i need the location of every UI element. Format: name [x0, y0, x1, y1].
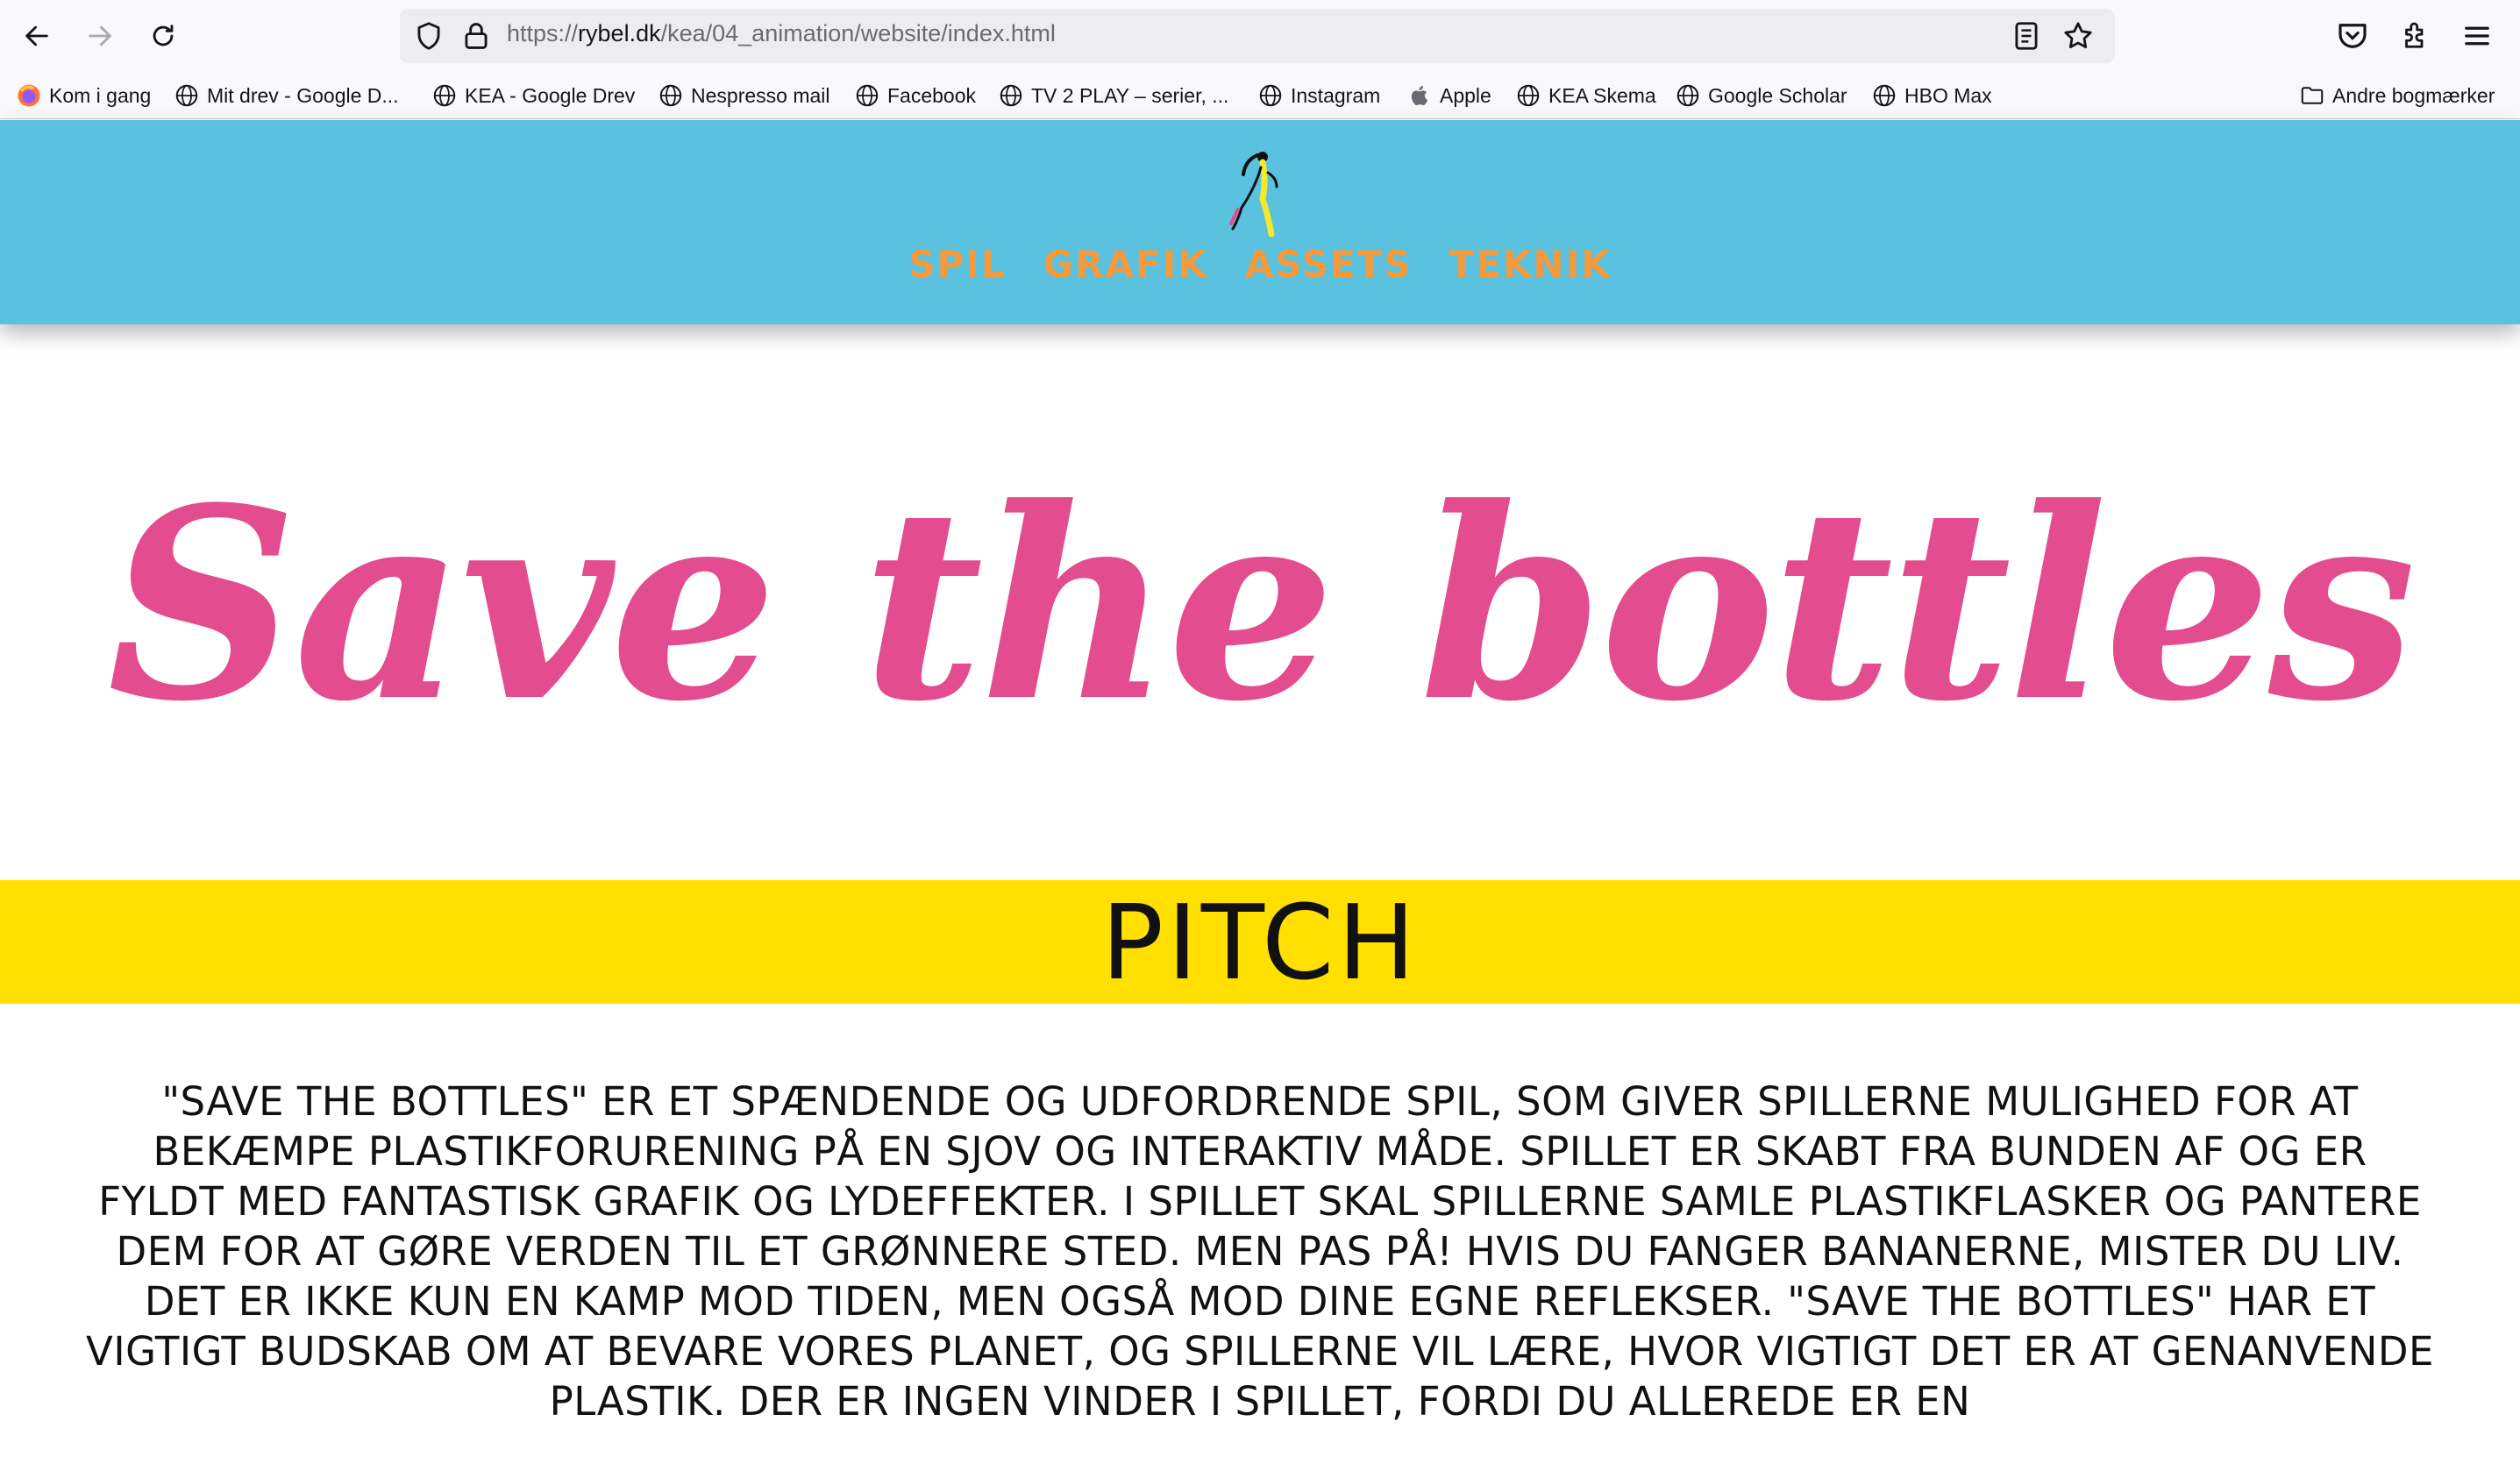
reload-button[interactable] — [142, 15, 184, 57]
folder-icon — [2301, 87, 2324, 104]
browser-toolbar: https://rybel.dk/kea/04_animation/websit… — [0, 0, 2520, 72]
nav-link-assets[interactable]: ASSETS — [1245, 243, 1413, 286]
section-heading: PITCH — [1100, 881, 1420, 1003]
page-title: Save the bottles — [107, 450, 2416, 759]
bookmark-hbo-max[interactable]: HBO Max — [1871, 81, 1992, 110]
bookmarks-bar: Kom i gang Mit drev - Google D... KEA - … — [0, 72, 2520, 119]
nav-link-spil[interactable]: SPIL — [908, 243, 1006, 286]
back-button[interactable] — [16, 15, 58, 57]
arrow-right-icon — [89, 25, 111, 46]
globe-icon — [1517, 84, 1540, 107]
url-text[interactable]: https://rybel.dk/kea/04_animation/websit… — [507, 20, 1056, 47]
arrow-left-icon — [25, 25, 48, 46]
apple-icon — [1411, 85, 1428, 106]
pocket-icon[interactable] — [2334, 18, 2371, 54]
bookmark-mit-drev[interactable]: Mit drev - Google D... — [174, 81, 399, 110]
other-bookmarks-folder[interactable]: Andre bogmærker — [2299, 81, 2495, 110]
bookmark-facebook[interactable]: Facebook — [854, 81, 976, 110]
menu-icon[interactable] — [2459, 18, 2495, 54]
globe-icon — [1000, 84, 1022, 107]
reload-icon — [153, 25, 174, 46]
globe-icon — [1873, 84, 1896, 107]
bookmark-nespresso-mail[interactable]: Nespresso mail — [658, 81, 830, 110]
bookmark-star-icon[interactable] — [2061, 18, 2096, 53]
globe-icon — [433, 84, 456, 107]
pitch-heading-band: PITCH — [0, 880, 2520, 1004]
nav-link-teknik[interactable]: TEKNIK — [1449, 243, 1612, 286]
bookmark-apple[interactable]: Apple — [1406, 81, 1491, 110]
dancer-logo-icon[interactable] — [1219, 146, 1289, 239]
globe-icon — [175, 84, 198, 107]
bookmark-kom-i-gang[interactable]: Kom i gang — [16, 81, 151, 110]
bookmark-instagram[interactable]: Instagram — [1257, 81, 1380, 110]
nav-link-grafik[interactable]: GRAFIK — [1043, 243, 1208, 286]
globe-icon — [1259, 84, 1282, 107]
bookmark-tv2-play[interactable]: TV 2 PLAY – serier, ... — [998, 81, 1228, 110]
site-header: SPIL GRAFIK ASSETS TEKNIK — [0, 120, 2520, 324]
globe-icon — [1676, 84, 1699, 107]
address-bar[interactable]: https://rybel.dk/kea/04_animation/websit… — [400, 9, 2115, 63]
firefox-icon — [18, 84, 40, 107]
pitch-paragraph: "Save the bottles" er et spændende og ud… — [86, 1078, 2434, 1425]
globe-icon — [856, 84, 879, 107]
reader-view-icon[interactable] — [2010, 19, 2043, 53]
bookmark-google-scholar[interactable]: Google Scholar — [1675, 81, 1847, 110]
extensions-icon[interactable] — [2397, 18, 2434, 54]
globe-icon — [659, 84, 682, 107]
main-nav: SPIL GRAFIK ASSETS TEKNIK — [0, 243, 2520, 286]
bookmark-kea-skema[interactable]: KEA Skema — [1515, 81, 1656, 110]
lock-icon[interactable] — [459, 19, 493, 53]
shield-icon[interactable] — [412, 19, 445, 53]
bookmark-kea-google-drev[interactable]: KEA - Google Drev — [431, 81, 635, 110]
forward-button[interactable] — [79, 15, 121, 57]
